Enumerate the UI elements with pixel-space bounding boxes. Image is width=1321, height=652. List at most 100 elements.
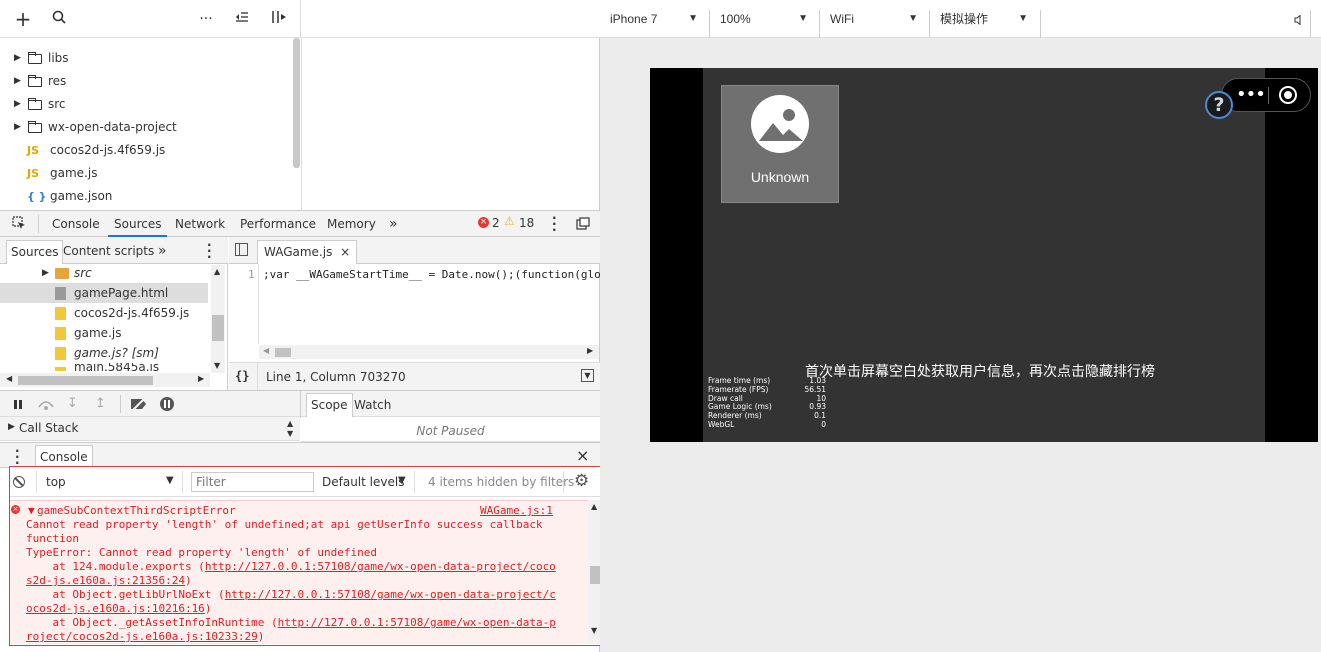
undock-icon[interactable] [576, 217, 590, 233]
warning-count[interactable]: 18 [519, 216, 534, 230]
menu-icon[interactable]: · · · [552, 212, 557, 236]
tree-item-libs[interactable]: ▶ libs [0, 47, 290, 70]
help-icon[interactable]: ? [1205, 91, 1233, 119]
operation-select[interactable]: 模拟操作 ▼ [940, 8, 1034, 30]
device-select[interactable]: iPhone 7 ▼ [610, 8, 704, 30]
levels-caret-icon[interactable]: ▼ [398, 475, 406, 486]
error-source-link[interactable]: WAGame.js:1 [480, 504, 553, 518]
folder-icon [28, 121, 42, 133]
stack-frame-link[interactable]: http://127.0.0.1:57108/game/wx-open-data… [205, 560, 556, 573]
nav-item-gamepage[interactable]: gamePage.html [0, 283, 208, 303]
scroll-up-icon[interactable]: ▲ [214, 267, 220, 276]
step-over-icon[interactable] [37, 397, 55, 414]
add-icon[interactable]: + [14, 9, 32, 29]
clear-console-icon[interactable] [13, 476, 25, 488]
inspect-element-icon[interactable] [12, 216, 26, 233]
stack-frame-link[interactable]: ocos2d-js.e160a.js:10216:16 [26, 602, 205, 615]
search-icon[interactable] [50, 10, 68, 28]
scroll-right-icon[interactable]: ▶ [587, 346, 593, 355]
scroll-left-icon[interactable]: ◀ [263, 346, 269, 355]
scroll-down-icon[interactable]: ▼ [287, 429, 293, 438]
stack-frame-link[interactable]: http://127.0.0.1:57108/game/wx-open-data… [278, 616, 556, 629]
tab-performance[interactable]: Performance [240, 211, 316, 237]
file-tree-scrollbar[interactable] [293, 38, 300, 168]
more-icon[interactable]: ··· [197, 10, 215, 28]
more-subtabs-icon[interactable]: » [154, 240, 171, 264]
context-caret-icon[interactable]: ▼ [166, 475, 174, 486]
step-out-icon[interactable]: ↥ [95, 396, 106, 411]
collapse-panel-icon[interactable] [270, 10, 288, 28]
scroll-thumb[interactable] [18, 376, 153, 385]
pause-icon[interactable] [12, 398, 24, 413]
editor-tabs: WAGame.js × [229, 237, 600, 264]
more-tabs-icon[interactable]: » [389, 211, 398, 237]
deactivate-breakpoints-icon[interactable] [130, 397, 148, 414]
stack-frame-link[interactable]: roject/cocos2d-js.e160a.js:10233:29 [26, 630, 258, 643]
close-icon[interactable]: × [340, 245, 350, 259]
nav-item-src[interactable]: ▶ src [0, 263, 210, 283]
close-capsule-icon[interactable] [1279, 86, 1297, 104]
filter-input[interactable] [191, 472, 314, 492]
collapse-list-icon[interactable] [233, 10, 251, 28]
tree-item-src[interactable]: ▶ src [0, 93, 290, 116]
context-selector[interactable]: top [46, 475, 66, 489]
tree-item-cocos2d-js[interactable]: JS cocos2d-js.4f659.js [0, 139, 290, 162]
editor-hscroll[interactable]: ◀ ▶ [259, 345, 599, 359]
nav-item-game-js[interactable]: game.js [0, 323, 210, 343]
toggle-navigator-icon[interactable] [235, 243, 248, 256]
game-canvas[interactable]: Unknown 首次单击屏幕空白处获取用户信息，再次点击隐藏排行榜 Frame … [703, 68, 1265, 442]
nav-item-main[interactable]: main.5845a.js [0, 363, 210, 371]
subtab-content-scripts[interactable]: Content scripts [59, 240, 158, 264]
tree-item-game-js[interactable]: JS game.js [0, 162, 290, 185]
close-drawer-icon[interactable]: × [576, 446, 589, 465]
network-select[interactable]: WiFi ▼ [830, 8, 924, 30]
more-dots-icon[interactable]: ••• [1236, 81, 1266, 109]
scroll-up-icon[interactable]: ▲ [591, 502, 597, 511]
call-stack-header[interactable]: ▶ Call Stack ▲ ▼ [0, 417, 300, 441]
step-into-icon[interactable]: ↧ [67, 396, 78, 411]
scroll-thumb[interactable] [590, 566, 600, 584]
tab-scope[interactable]: Scope [306, 393, 353, 417]
error-expand-icon[interactable]: ▼ [28, 504, 35, 518]
code-line[interactable]: ;var __WAGameStartTime__ = Date.now();(f… [263, 268, 601, 281]
stat-value: 0 [821, 419, 826, 429]
navigator-vscroll[interactable]: ▲ ▼ [211, 265, 225, 373]
scroll-thumb[interactable] [212, 315, 224, 341]
tree-item-wx-open-data-project[interactable]: ▶ wx-open-data-project [0, 116, 290, 139]
error-count[interactable]: 2 [492, 216, 500, 230]
volume-icon[interactable] [1294, 14, 1304, 28]
scroll-right-icon[interactable]: ▶ [198, 374, 204, 383]
coverage-toggle-icon[interactable]: ▼ [581, 369, 594, 382]
stack-frame-link[interactable]: http://127.0.0.1:57108/game/wx-open-data… [225, 588, 556, 601]
navigator-menu-icon[interactable]: · · · [207, 239, 212, 263]
tab-sources[interactable]: Sources [108, 211, 168, 237]
simulator-screen[interactable]: Unknown 首次单击屏幕空白处获取用户信息，再次点击隐藏排行榜 Frame … [650, 68, 1318, 442]
avatar[interactable]: Unknown [721, 85, 839, 203]
tree-item-res[interactable]: ▶ res [0, 70, 290, 93]
tab-memory[interactable]: Memory [327, 211, 376, 237]
subtab-sources[interactable]: Sources [6, 240, 64, 264]
scroll-down-icon[interactable]: ▼ [591, 626, 597, 635]
scroll-thumb[interactable] [275, 348, 291, 357]
settings-gear-icon[interactable]: ⚙ [574, 471, 589, 491]
stack-frame-cont: ocos2d-js.e160a.js:10216:16) [26, 602, 211, 616]
drawer-menu-icon[interactable]: · · · [15, 445, 20, 469]
tab-console[interactable]: Console [52, 211, 100, 237]
scroll-down-icon[interactable]: ▼ [214, 361, 220, 370]
tab-network[interactable]: Network [175, 211, 225, 237]
tab-watch[interactable]: Watch [354, 398, 391, 412]
nav-item-game-js-sm[interactable]: game.js? [sm] [0, 343, 210, 363]
error-title[interactable]: gameSubContextThirdScriptError [37, 504, 236, 518]
file-icon [55, 327, 66, 340]
editor-tab-wagame[interactable]: WAGame.js × [257, 240, 358, 264]
scroll-up-icon[interactable]: ▲ [287, 419, 293, 428]
levels-dropdown[interactable]: Default levels [322, 475, 404, 489]
stack-frame-link[interactable]: s2d-js.e160a.js:21356:24 [26, 574, 185, 587]
navigator-hscroll[interactable]: ◀ ▶ [0, 373, 210, 387]
scroll-left-icon[interactable]: ◀ [6, 374, 12, 383]
nav-item-cocos2d[interactable]: cocos2d-js.4f659.js [0, 303, 210, 323]
pause-on-exceptions-icon[interactable] [160, 397, 174, 411]
zoom-select[interactable]: 100% ▼ [720, 8, 814, 30]
tree-item-game-json[interactable]: { } game.json [0, 185, 290, 208]
pretty-print-icon[interactable]: {} [235, 369, 249, 383]
